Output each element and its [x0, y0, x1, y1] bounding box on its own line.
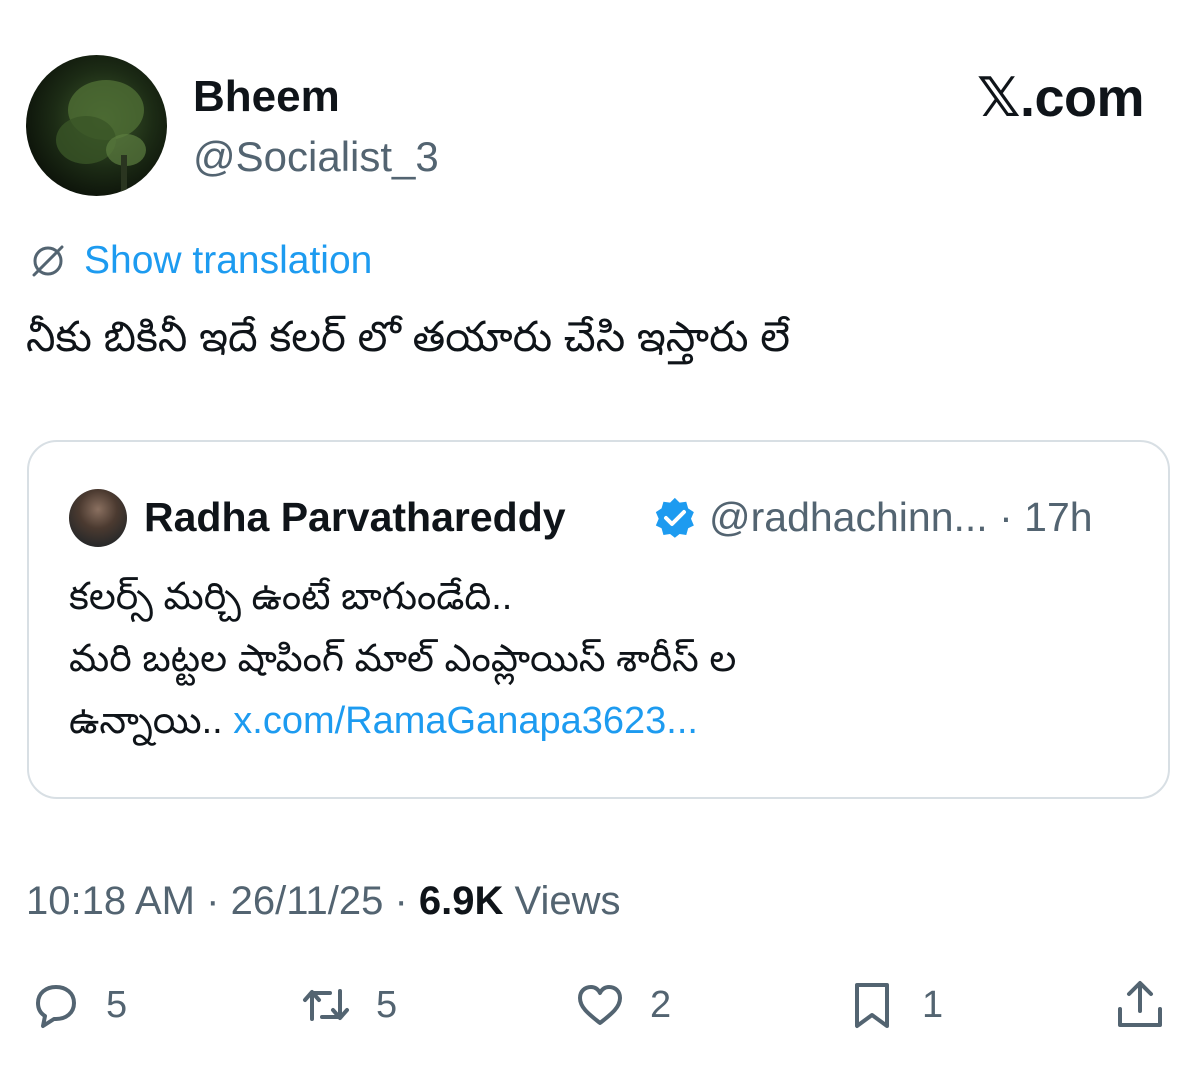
like-count: 2 [650, 983, 672, 1026]
views-label: Views [514, 879, 621, 923]
quote-line: కలర్స్ మర్చి ఉంటే బాగుండేది.. [69, 576, 513, 618]
quote-meta: @radhachinn... · 17h [709, 492, 1093, 542]
quote-card[interactable]: Radha Parvathareddy @radhachinn... · 17h… [27, 440, 1170, 799]
quote-line: మరి బట్టల షాపింగ్ మాల్ ఎంప్లాయిస్ శారీస్… [69, 638, 737, 680]
author-handle[interactable]: @Socialist_3 [193, 132, 439, 182]
brand-watermark: 𝕏.com [976, 68, 1145, 128]
quote-author-name[interactable]: Radha Parvathareddy [144, 492, 566, 542]
bookmark-count: 1 [922, 983, 944, 1026]
reply-button[interactable]: 5 [30, 978, 127, 1032]
bookmark-button[interactable]: 1 [846, 978, 943, 1032]
show-translation-link[interactable]: Show translation [84, 236, 372, 286]
quote-line: ఉన్నాయి.. x.com/RamaGanapa3623... [69, 690, 1149, 752]
reply-count: 5 [106, 983, 128, 1026]
tweet-time[interactable]: 10:18 AM [26, 879, 195, 923]
like-button[interactable]: 2 [574, 978, 671, 1032]
meta-separator: · [206, 879, 220, 923]
quote-meta-separator: · [999, 494, 1013, 540]
translation-row[interactable]: Show translation [28, 236, 372, 286]
quote-link[interactable]: x.com/RamaGanapa3623... [233, 700, 698, 742]
meta-separator: · [394, 879, 408, 923]
tweet-date[interactable]: 26/11/25 [231, 879, 384, 923]
author-name[interactable]: Bheem [193, 72, 340, 122]
quote-line-text: ఉన్నాయి.. [69, 700, 223, 742]
quote-timestamp[interactable]: 17h [1024, 494, 1092, 540]
avatar[interactable] [26, 55, 167, 196]
bookmark-icon [855, 983, 889, 1028]
heart-icon [578, 985, 622, 1025]
tweet-meta: 10:18 AM · 26/11/25 · 6.9K Views [26, 875, 621, 927]
repost-button[interactable]: 5 [300, 978, 397, 1032]
repost-count: 5 [376, 983, 398, 1026]
repost-icon [303, 989, 349, 1021]
quote-avatar[interactable] [69, 489, 127, 547]
verified-badge-icon [655, 497, 694, 538]
reply-icon [36, 985, 76, 1028]
action-bar: 5 5 2 1 [0, 970, 1200, 1040]
quote-text: కలర్స్ మర్చి ఉంటే బాగుండేది.. మరి బట్టల … [69, 566, 1149, 752]
avatar-photo [56, 80, 146, 196]
views-count[interactable]: 6.9K [419, 879, 504, 923]
share-button[interactable] [1114, 978, 1166, 1032]
translate-globe-icon [32, 245, 64, 277]
tweet-text: నీకు బికినీ ఇదే కలర్ లో తయారు చేసి ఇస్తా… [26, 313, 790, 360]
share-icon [1118, 981, 1162, 1027]
quote-author-handle[interactable]: @radhachinn... [709, 494, 988, 540]
